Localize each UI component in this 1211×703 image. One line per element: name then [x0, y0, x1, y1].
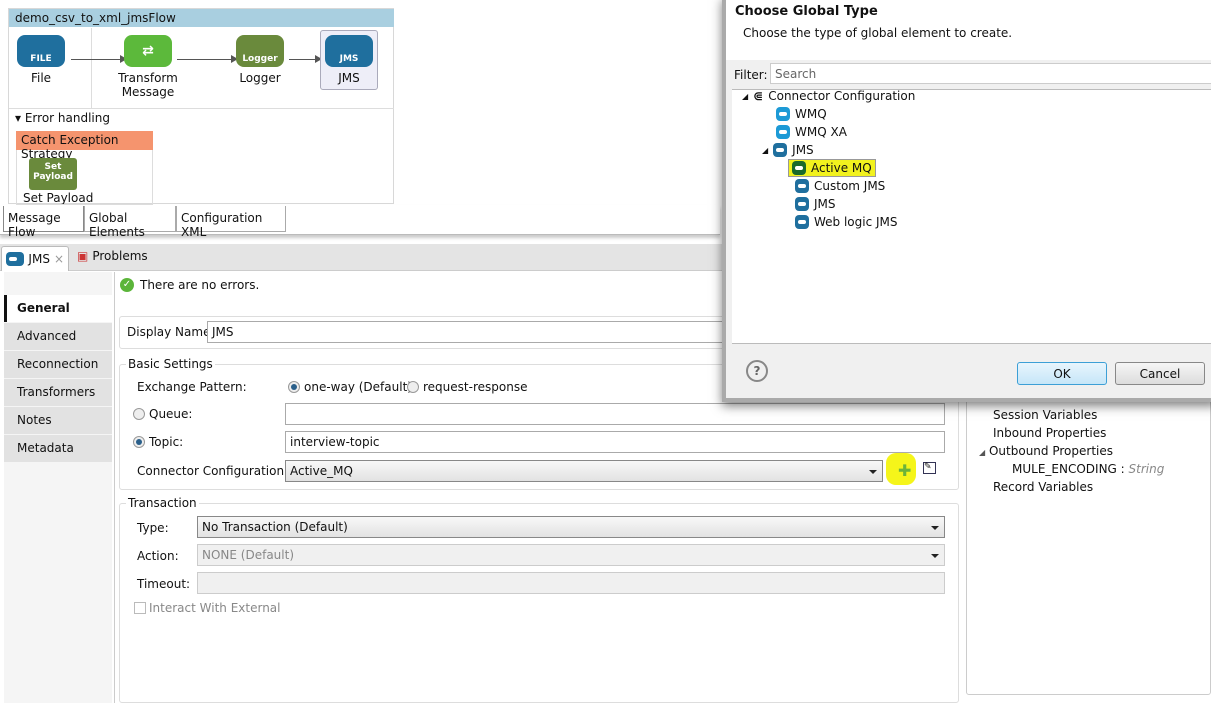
type-tree: ◢ ⋐ Connector Configuration WMQ WMQ XA ◢ JM…: [732, 89, 1211, 344]
session-variables[interactable]: Session Variables: [993, 408, 1097, 422]
basic-settings-label: Basic Settings: [126, 357, 215, 371]
tree-item-wmq-xa[interactable]: WMQ XA: [776, 124, 847, 140]
connector-config-label: Connector Configuration:: [137, 464, 289, 478]
transaction-label: Transaction: [126, 496, 199, 510]
flow-node-file[interactable]: FILE File: [17, 35, 65, 85]
flow-title: demo_csv_to_xml_jmsFlow: [9, 9, 394, 27]
sidebar-item-transformers[interactable]: Transformers: [4, 379, 112, 406]
radio-queue[interactable]: Queue:: [133, 407, 192, 421]
metadata-panel: Session Variables Inbound Properties ◢ O…: [966, 395, 1211, 695]
tree-item-custom-jms[interactable]: Custom JMS: [795, 178, 885, 194]
radio-topic[interactable]: Topic:: [133, 435, 183, 449]
tree-item-jms-child[interactable]: JMS: [795, 196, 836, 212]
jms-icon: JMS: [325, 35, 373, 67]
tree-item-active-mq[interactable]: Active MQ: [788, 159, 876, 177]
dialog-title: Choose Global Type: [735, 4, 878, 19]
cancel-button[interactable]: Cancel: [1115, 362, 1205, 385]
action-label: Action:: [137, 549, 179, 563]
set-payload-label: Set Payload: [23, 191, 94, 204]
jms-icon: [6, 252, 25, 266]
tab-message-flow[interactable]: Message Flow: [3, 206, 84, 239]
flow-node-logger[interactable]: Logger Logger: [236, 35, 284, 85]
mule-encoding-item[interactable]: MULE_ENCODING : String: [1012, 462, 1164, 476]
node-label: File: [30, 71, 52, 85]
tab-configuration-xml[interactable]: Configuration XML: [176, 206, 286, 239]
tree-connector-configuration[interactable]: ◢ ⋐ Connector Configuration: [742, 88, 915, 104]
sidebar-item-general[interactable]: General: [4, 295, 112, 322]
edit-icon[interactable]: ✎: [923, 462, 936, 474]
help-icon[interactable]: ?: [746, 360, 768, 382]
tree-item-wmq[interactable]: WMQ: [776, 106, 827, 122]
tab-problems[interactable]: ▣ Problems: [77, 249, 148, 263]
radio-request-response[interactable]: request-response: [407, 380, 527, 394]
inbound-properties[interactable]: Inbound Properties: [993, 426, 1106, 440]
editor-tabs: Message Flow Global Elements Configurati…: [0, 205, 720, 239]
status-text: There are no errors.: [140, 278, 260, 292]
node-label: JMS: [338, 71, 360, 85]
catch-exception-strategy[interactable]: Catch Exception Strategy: [16, 131, 153, 161]
timeout-label: Timeout:: [137, 577, 191, 591]
tab-global-elements[interactable]: Global Elements: [84, 206, 176, 239]
error-handling-toggle[interactable]: ▾ Error handling: [15, 111, 110, 125]
transform-icon: ⇄: [124, 35, 172, 67]
radio-one-way[interactable]: one-way (Default): [288, 380, 412, 394]
action-select[interactable]: NONE (Default): [197, 544, 945, 566]
transaction-type-select[interactable]: No Transaction (Default): [197, 516, 945, 538]
connector-config-select[interactable]: Active_MQ: [285, 460, 883, 482]
close-icon[interactable]: ×: [54, 252, 64, 266]
sidebar-item-advanced[interactable]: Advanced: [4, 323, 112, 350]
record-variables[interactable]: Record Variables: [993, 480, 1093, 494]
set-payload-icon[interactable]: Set Payload: [29, 158, 77, 190]
tab-jms[interactable]: JMS ×: [1, 246, 69, 271]
flow-node-jms[interactable]: JMS JMS: [320, 30, 378, 90]
sidebar-item-metadata[interactable]: Metadata: [4, 435, 112, 462]
dialog-subtitle: Choose the type of global element to cre…: [743, 26, 1013, 40]
check-icon: ✓: [120, 278, 134, 292]
node-label: Logger: [239, 71, 281, 85]
file-icon: FILE: [17, 35, 65, 67]
filter-label: Filter:: [734, 68, 768, 82]
sidebar-item-notes[interactable]: Notes: [4, 407, 112, 434]
tab-label: Problems: [92, 249, 148, 263]
properties-sidebar: General Advanced Reconnection Transforme…: [4, 272, 112, 703]
problems-icon: ▣: [77, 249, 89, 263]
add-icon[interactable]: ✚: [898, 461, 911, 480]
queue-input[interactable]: [285, 403, 945, 425]
logger-icon: Logger: [236, 35, 284, 67]
choose-global-type-dialog: Choose Global Type Choose the type of gl…: [722, 0, 1211, 402]
type-label: Type:: [137, 521, 169, 535]
flow-canvas: demo_csv_to_xml_jmsFlow FILE File ⇄ Tran…: [8, 8, 394, 205]
exchange-pattern-label: Exchange Pattern:: [137, 380, 247, 394]
tree-item-weblogic-jms[interactable]: Web logic JMS: [795, 214, 898, 230]
tab-label: JMS: [28, 252, 50, 266]
tree-item-jms[interactable]: ◢ JMS: [762, 142, 814, 158]
status-message: ✓ There are no errors.: [120, 278, 259, 292]
connector-icon: ⋐: [753, 89, 764, 103]
expand-icon: ◢: [979, 448, 986, 457]
topic-input[interactable]: interview-topic: [285, 431, 945, 453]
properties-tabbar: JMS × ▣ Problems: [0, 244, 722, 271]
transaction-group: Transaction Type: No Transaction (Defaul…: [119, 496, 959, 703]
outbound-properties[interactable]: ◢ Outbound Properties: [979, 444, 1113, 458]
timeout-input[interactable]: [197, 572, 945, 594]
interact-external-checkbox[interactable]: Interact With External: [134, 601, 280, 615]
filter-input[interactable]: Search: [770, 63, 1211, 84]
node-label: Transform Message: [118, 71, 178, 99]
flow-node-transform[interactable]: ⇄ Transform Message: [109, 35, 187, 99]
display-name-label: Display Name:: [127, 325, 215, 339]
sidebar-item-reconnection[interactable]: Reconnection: [4, 351, 112, 378]
ok-button[interactable]: OK: [1017, 362, 1107, 385]
